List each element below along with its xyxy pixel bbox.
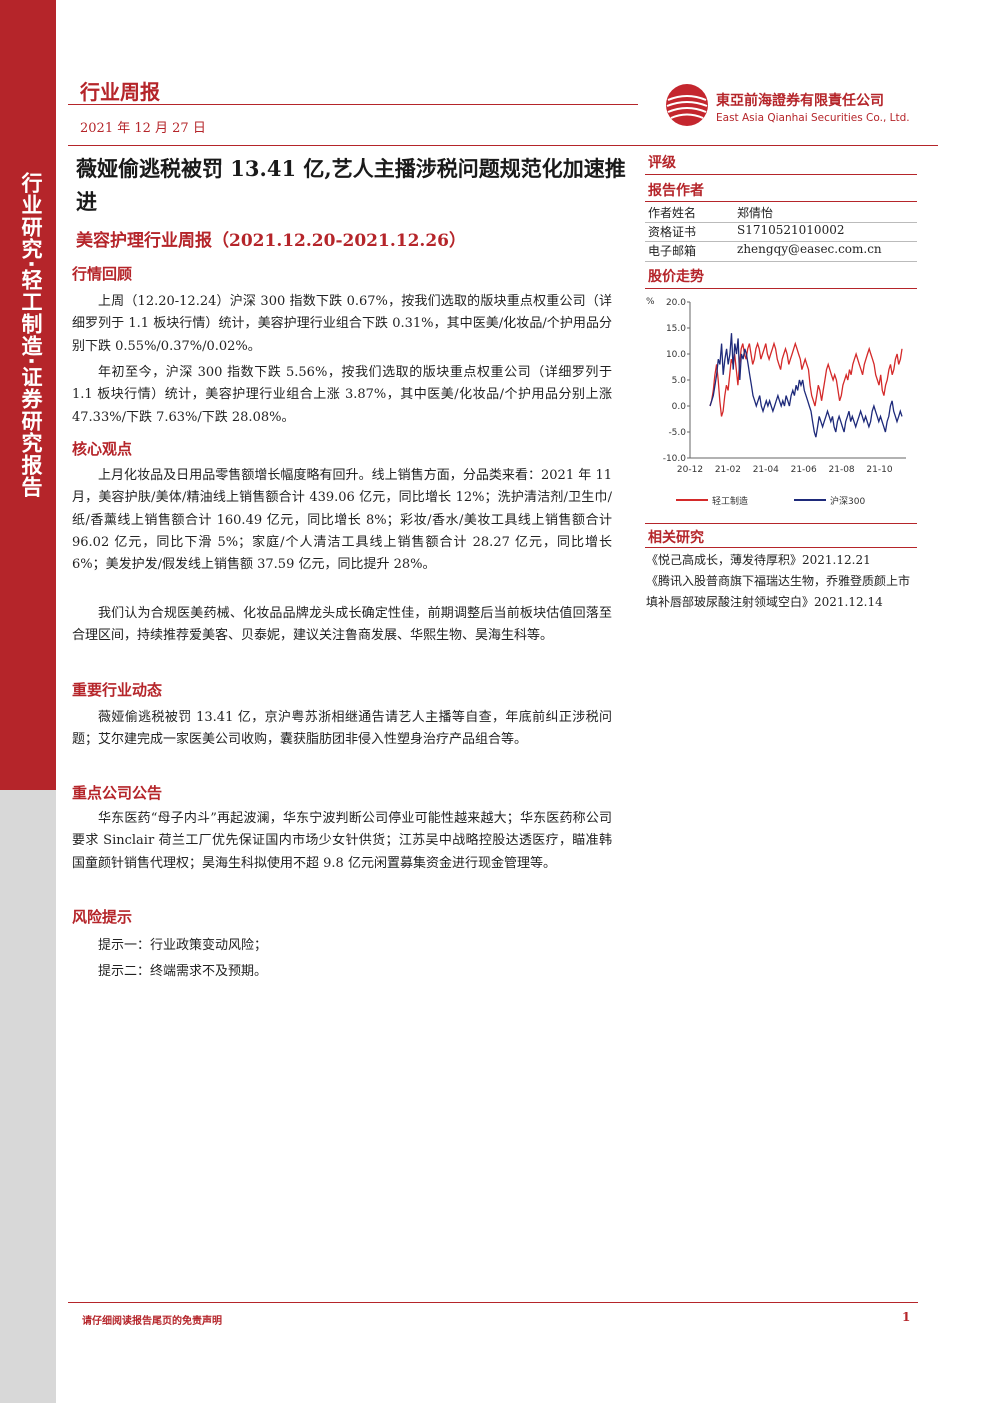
email-value[interactable]: zhengqy@easec.com.cn [737, 242, 882, 256]
report-date: 2021 年 12 月 27 日 [80, 121, 206, 136]
report-subtitle: 美容护理行业周报（2021.12.20-2021.12.26） [76, 231, 466, 251]
chart-rule [645, 288, 917, 289]
doc-type-label: 行业周报 [80, 80, 160, 104]
author-heading: 报告作者 [648, 183, 704, 199]
market-review-paragraph-1: 上周（12.20-12.24）沪深 300 指数下跌 0.67%，按我们选取的版… [72, 294, 612, 354]
core-view-paragraph-1: 上月化妆品及日用品零售额增长幅度略有回升。线上销售方面，分品类来看：2021 年… [72, 468, 612, 573]
related-rule [645, 547, 917, 548]
chart-y-tick-label: 10.0 [666, 350, 686, 360]
report-title: 薇娅偷逃税被罚 13.41 亿,艺人主播涉税问题规范化加速推进 [76, 156, 626, 214]
email-label: 电子邮箱 [648, 244, 697, 258]
chart-x-tick-label: 21-02 [715, 465, 741, 475]
chart-y-tick-label: -10.0 [663, 454, 687, 464]
chart-x-tick-label: 20-12 [677, 465, 703, 475]
core-view-paragraph-2: 我们认为合规医美药械、化妆品品牌龙头成长确定性佳，前期调整后当前板块估值回落至合… [72, 606, 612, 644]
section-heading-core-view: 核心观点 [72, 440, 133, 458]
footer-disclaimer: 请仔细阅读报告尾页的免责声明 [82, 1316, 222, 1327]
company-logo-icon [666, 84, 708, 126]
stock-price-chart: % 20.0 15.0 10.0 5.0 0.0 -5.0 -10.0 20-12 21-02… [646, 297, 906, 507]
header-bottom-rule [68, 145, 938, 146]
author-rule [645, 201, 917, 202]
cert-value: S1710521010002 [737, 223, 845, 237]
email-row-divider [645, 261, 917, 262]
chart-y-tick-label: 20.0 [666, 298, 686, 308]
author-name-label: 作者姓名 [648, 206, 697, 220]
chart-heading: 股价走势 [648, 269, 704, 285]
chart-y-tick-label: 15.0 [666, 324, 686, 334]
section-heading-industry-news: 重要行业动态 [72, 681, 163, 699]
company-notice-paragraph: 华东医药“母子内斗”再起波澜，华东宁波判断公司停业可能性越来越大；华东医药称公司… [72, 811, 612, 871]
sidebar-label: 行业研究·轻工制造·证券研究报告 [19, 172, 43, 498]
author-name: 郑倩怡 [737, 206, 774, 220]
related-research-heading: 相关研究 [648, 530, 704, 546]
footer-rule [68, 1302, 918, 1303]
chart-x-tick-label: 21-04 [753, 465, 779, 475]
section-heading-company-notice: 重点公司公告 [72, 784, 163, 802]
rating-rule [645, 174, 917, 175]
series-line-csi300 [709, 333, 903, 438]
header-divider [68, 104, 638, 105]
chart-bottom-rule [645, 523, 917, 524]
cert-label: 资格证书 [648, 225, 697, 239]
related-research-item-1[interactable]: 《悦己高成长，薄发待厚积》2021.12.21 [646, 550, 916, 571]
related-research-item-2[interactable]: 《腾讯入股普商旗下福瑞达生物，乔雅登质颜上市填补唇部玻尿酸注射领域空白》2021… [646, 571, 916, 613]
legend-label-light-industry: 轻工制造 [712, 495, 748, 507]
industry-news-paragraph: 薇娅偷逃税被罚 13.41 亿，京沪粤苏浙相继通告请艺人主播等自查，年底前纠正涉… [72, 710, 612, 748]
company-name-en: East Asia Qianhai Securities Co., Ltd. [716, 112, 910, 124]
section-heading-market-review: 行情回顾 [72, 265, 133, 283]
chart-x-tick-label: 21-08 [829, 465, 855, 475]
section-heading-risk: 风险提示 [72, 908, 133, 926]
risk-item-1: 提示一：行业政策变动风险； [98, 938, 268, 953]
chart-x-tick-label: 21-10 [866, 465, 892, 475]
chart-y-tick-label: -5.0 [668, 428, 686, 438]
chart-y-tick-label: 5.0 [672, 376, 687, 386]
page-number: 1 [902, 1310, 911, 1324]
chart-y-tick-label: 0.0 [672, 402, 687, 412]
rating-heading: 评级 [648, 155, 676, 171]
chart-x-tick-label: 21-06 [791, 465, 817, 475]
company-name-cn: 東亞前海證券有限責任公司 [716, 93, 884, 109]
market-review-paragraph-2: 年初至今，沪深 300 指数下跌 5.56%，按我们选取的版块重点权重公司（详细… [72, 365, 612, 425]
chart-y-unit: % [646, 297, 655, 307]
risk-item-2: 提示二：终端需求不及预期。 [98, 964, 268, 979]
legend-label-csi300: 沪深300 [830, 495, 865, 507]
